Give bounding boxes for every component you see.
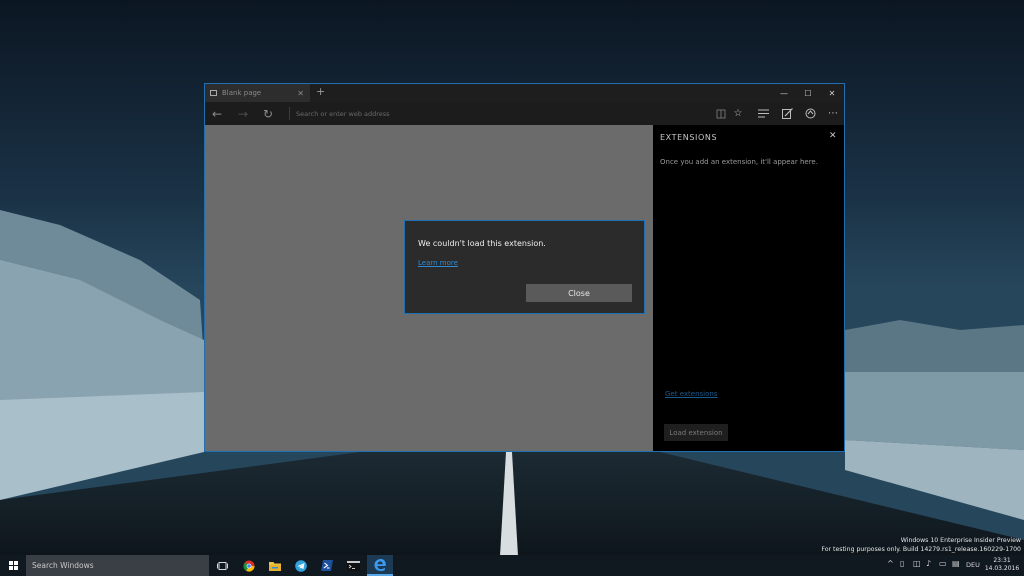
cmd-icon[interactable]	[340, 555, 366, 576]
usb-device-icon[interactable]: ▯	[900, 559, 904, 568]
dialog-close-button[interactable]: Close	[526, 284, 632, 302]
load-extension-button[interactable]: Load extension	[664, 424, 728, 441]
tab-blank-page[interactable]: Blank page ✕	[205, 84, 310, 102]
chrome-icon[interactable]	[236, 555, 262, 576]
refresh-button[interactable]: ↻	[256, 102, 280, 125]
hub-icon[interactable]	[752, 102, 774, 125]
forward-button[interactable]: →	[231, 102, 255, 125]
clock-time: 23:31	[993, 557, 1011, 564]
input-language[interactable]: DEU	[966, 561, 980, 569]
taskbar-search-input[interactable]	[26, 555, 209, 576]
tab-title: Blank page	[222, 89, 262, 97]
taskbar-clock[interactable]: 23:31 14.03.2016	[984, 557, 1020, 573]
minimize-button[interactable]: —	[772, 84, 796, 102]
learn-more-link[interactable]: Learn more	[418, 259, 458, 267]
web-note-icon[interactable]	[776, 102, 798, 125]
extension-error-dialog: We couldn't load this extension. Learn m…	[404, 220, 645, 314]
extensions-empty-message: Once you add an extension, it'll appear …	[660, 158, 818, 166]
back-button[interactable]: ←	[205, 102, 229, 125]
volume-icon[interactable]: ♪	[926, 559, 931, 568]
show-hidden-icons-icon[interactable]: ^	[887, 559, 894, 568]
watermark-build: For testing purposes only. Build 14279.r…	[821, 546, 1021, 553]
task-view-icon[interactable]	[209, 555, 235, 576]
telegram-icon[interactable]	[288, 555, 314, 576]
notification-icon[interactable]: ▭	[939, 559, 947, 568]
more-icon[interactable]: ⋯	[822, 102, 844, 125]
windows-logo-icon	[8, 561, 18, 570]
share-icon[interactable]	[799, 102, 821, 125]
extensions-panel: EXTENSIONS ✕ Once you add an extension, …	[653, 125, 844, 451]
start-button[interactable]	[0, 555, 26, 576]
network-icon[interactable]: ◫	[913, 559, 921, 568]
edge-icon[interactable]	[367, 555, 393, 576]
browser-toolbar: ← → ↻ ☆ ⋯	[205, 102, 844, 125]
title-bar: Blank page ✕ + — ☐ ✕	[205, 84, 844, 102]
watermark-edition: Windows 10 Enterprise Insider Preview	[900, 537, 1021, 544]
tab-page-icon	[210, 90, 217, 96]
clock-date: 14.03.2016	[984, 565, 1020, 572]
address-separator	[289, 107, 290, 120]
window-close-button[interactable]: ✕	[820, 84, 844, 102]
extensions-panel-title: EXTENSIONS	[660, 133, 718, 142]
maximize-button[interactable]: ☐	[796, 84, 820, 102]
extensions-close-icon[interactable]: ✕	[829, 131, 837, 141]
powershell-icon[interactable]	[314, 555, 340, 576]
file-explorer-icon[interactable]	[262, 555, 288, 576]
favorite-icon[interactable]: ☆	[727, 102, 749, 125]
taskbar: ^ ▯ ◫ ♪ ▭ ▤ DEU 23:31 14.03.2016	[0, 555, 1024, 576]
keyboard-icon[interactable]: ▤	[952, 559, 960, 568]
get-extensions-link[interactable]: Get extensions	[665, 390, 717, 398]
dialog-message: We couldn't load this extension.	[418, 239, 546, 248]
new-tab-button[interactable]: +	[316, 86, 325, 98]
address-bar-input[interactable]	[296, 106, 696, 121]
tab-close-icon[interactable]: ✕	[297, 89, 304, 98]
